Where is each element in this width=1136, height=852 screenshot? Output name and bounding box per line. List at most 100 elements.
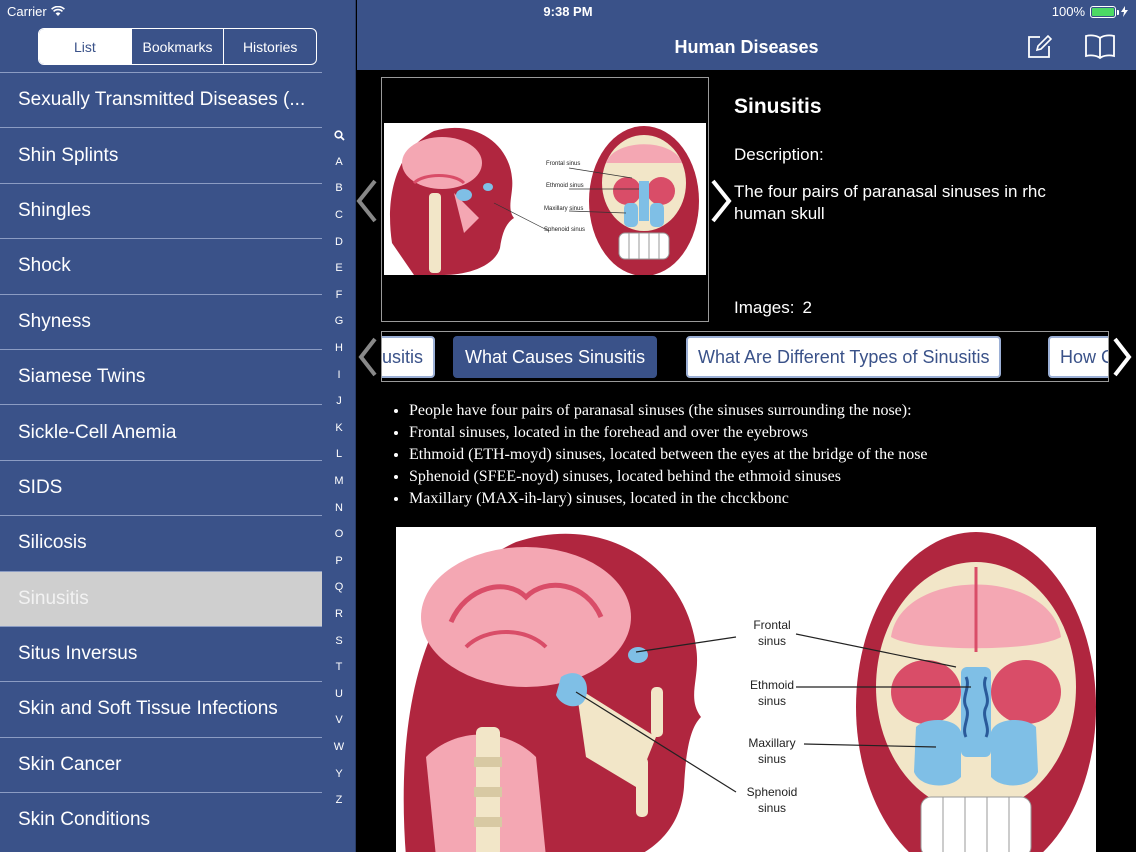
index-letter[interactable]: N — [328, 494, 350, 521]
bullet-item: Ethmoid (ETH-moyd) sinuses, located betw… — [409, 444, 1109, 466]
images-count: 2 — [802, 298, 812, 317]
index-search-icon[interactable] — [328, 122, 350, 149]
hero-image-frame[interactable]: Frontal sinus Ethmoid sinus Maxillary si… — [381, 77, 709, 322]
tab-sinusitis[interactable]: usitis — [382, 336, 436, 378]
list-item[interactable]: Shingles — [0, 182, 322, 238]
index-letter[interactable]: S — [328, 627, 350, 654]
detail-content: Frontal sinus Ethmoid sinus Maxillary si… — [355, 70, 1136, 852]
index-letter[interactable]: E — [328, 255, 350, 282]
figure-label-frontal: Frontal sinus — [742, 617, 802, 649]
figure-label-ethmoid-line2: sinus — [757, 694, 786, 708]
tab-what-causes-sinusitis[interactable]: What Causes Sinusitis — [453, 336, 658, 378]
status-bar: Carrier 9:38 PM 100% — [0, 0, 1136, 22]
list-item[interactable]: Skin Cancer — [0, 736, 322, 792]
book-icon — [1085, 34, 1115, 60]
battery-percent: 100% — [1051, 4, 1085, 19]
page-title: Human Diseases — [674, 37, 819, 57]
index-letter[interactable]: D — [328, 228, 350, 255]
figure-label-maxillary-line1: Maxillary — [748, 736, 796, 750]
index-letter[interactable]: C — [328, 202, 350, 229]
next-image-chevron-icon[interactable] — [709, 178, 733, 224]
bullet-item: Sphenoid (SFEE-noyd) sinuses, located be… — [409, 466, 1109, 488]
battery-group: 100% — [1052, 4, 1128, 19]
index-letter[interactable]: O — [328, 521, 350, 548]
sinus-diagram-image: Frontal sinus Ethmoid sinus Maxillary si… — [396, 527, 1096, 852]
topic-tabs: usitis What Causes Sinusitis What Are Di… — [381, 331, 1109, 382]
bullet-item: People have four pairs of paranasal sinu… — [409, 400, 1109, 422]
segment-bookmarks[interactable]: Bookmarks — [130, 29, 224, 64]
figure-label-maxillary-line2: sinus — [757, 752, 786, 766]
index-letter[interactable]: L — [328, 441, 350, 468]
index-letter[interactable]: P — [328, 548, 350, 575]
list-item[interactable]: Skin and Soft Tissue Infections — [0, 681, 322, 736]
list-item[interactable]: Sexually Transmitted Diseases (... — [0, 72, 322, 127]
list-item[interactable]: Skin Conditions — [0, 792, 322, 847]
figure-label-frontal-line2: sinus — [757, 634, 786, 648]
index-letter[interactable]: A — [328, 149, 350, 176]
index-letter[interactable]: M — [328, 468, 350, 495]
tab-how[interactable]: How C — [1048, 336, 1108, 378]
sinus-thumbnail-image: Frontal sinus Ethmoid sinus Maxillary si… — [384, 123, 706, 276]
battery-fill — [1092, 7, 1114, 16]
list-item[interactable]: Siamese Twins — [0, 348, 322, 404]
segmented-control: List Bookmarks Histories — [38, 28, 317, 65]
charging-icon — [1121, 6, 1128, 17]
description-label: Description: — [734, 145, 824, 164]
figure-label-ethmoid: Ethmoid sinus — [742, 677, 802, 709]
index-letter[interactable]: T — [328, 654, 350, 681]
list-item[interactable]: SIDS — [0, 459, 322, 515]
clock: 9:38 PM — [543, 4, 593, 19]
bullet-item: Maxillary (MAX-ih-lary) sinuses, located… — [409, 488, 1109, 510]
images-label: Images: — [734, 298, 795, 317]
list-item[interactable]: Situs Inversus — [0, 625, 322, 681]
compose-button[interactable] — [1025, 32, 1055, 60]
list-item[interactable]: Shin Splints — [0, 127, 322, 182]
bookmarks-button[interactable] — [1084, 32, 1115, 60]
bullet-item: Frontal sinuses, located in the forehead… — [409, 422, 1109, 444]
list-item[interactable]: Sickle-Cell Anemia — [0, 404, 322, 459]
battery-icon — [1090, 5, 1119, 18]
list-item[interactable]: Shyness — [0, 293, 322, 349]
compose-icon — [1028, 34, 1053, 58]
disease-title: Sinusitis — [734, 95, 822, 118]
tabs-next-chevron-icon[interactable] — [1111, 336, 1133, 378]
detail-header: Sinusitis Description: The four pairs of… — [734, 95, 1114, 223]
tab-types-of-sinusitis[interactable]: What Are Different Types of Sinusitis — [686, 336, 1002, 378]
index-letter[interactable]: Q — [328, 574, 350, 601]
sidebar: List Bookmarks Histories Sexually Transm… — [0, 0, 356, 852]
figure-label-sphenoid-line2: sinus — [757, 801, 786, 815]
list-item[interactable]: Silicosis — [0, 515, 322, 570]
list-item[interactable]: Shock — [0, 238, 322, 293]
index-letter[interactable]: G — [328, 308, 350, 335]
hero-label-frontal: Frontal sinus — [546, 161, 581, 167]
list-item-selected[interactable]: Sinusitis — [0, 570, 322, 626]
figure-label-frontal-line1: Frontal — [753, 618, 791, 632]
index-letter[interactable]: B — [328, 175, 350, 202]
index-letter[interactable]: R — [328, 601, 350, 628]
segment-list[interactable]: List — [39, 29, 131, 64]
index-letter[interactable]: V — [328, 707, 350, 734]
index-letter[interactable]: F — [328, 282, 350, 309]
description-text: The four pairs of paranasal sinuses in r… — [734, 182, 1046, 223]
images-count-row: Images: 2 — [734, 298, 812, 318]
hero-label-ethmoid: Ethmoid sinus — [546, 183, 584, 189]
previous-image-chevron-icon[interactable] — [355, 178, 379, 224]
figure-label-sphenoid-line1: Sphenoid — [746, 785, 798, 799]
index-letter[interactable]: U — [328, 680, 350, 707]
figure-label-sphenoid: Sphenoid sinus — [742, 784, 802, 816]
hero-label-maxillary: Maxillary sinus — [544, 206, 584, 212]
index-letter[interactable]: Y — [328, 760, 350, 787]
index-letter[interactable]: K — [328, 415, 350, 442]
disease-list: Sexually Transmitted Diseases (... Shin … — [0, 72, 322, 847]
segment-histories[interactable]: Histories — [223, 29, 316, 64]
app-root: Carrier 9:38 PM 100% List Bookmarks Hist… — [0, 0, 1136, 852]
section-index: A B C D E F G H I J K L M N O P Q R S T … — [328, 122, 350, 813]
figure-label-maxillary: Maxillary sinus — [742, 735, 802, 767]
index-letter[interactable]: H — [328, 335, 350, 362]
figure-label-ethmoid-line1: Ethmoid — [749, 678, 795, 692]
tabs-previous-chevron-icon[interactable] — [357, 336, 379, 378]
index-letter[interactable]: W — [328, 734, 350, 761]
index-letter[interactable]: I — [328, 361, 350, 388]
index-letter[interactable]: J — [328, 388, 350, 415]
index-letter[interactable]: Z — [328, 787, 350, 814]
